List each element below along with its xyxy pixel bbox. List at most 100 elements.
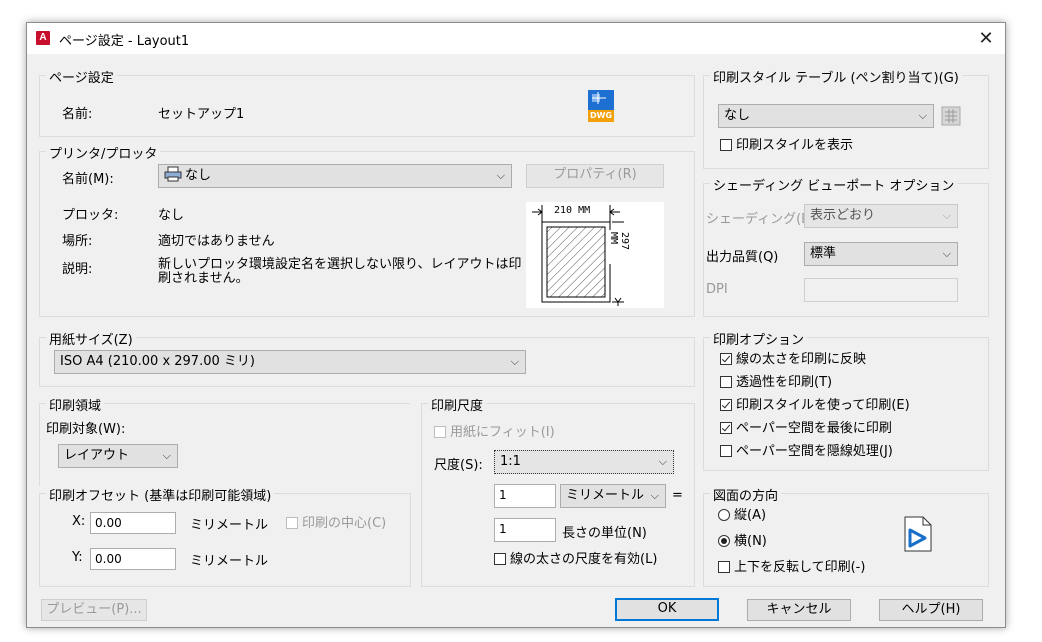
chevron-down-icon: ⌵ bbox=[658, 455, 667, 468]
plot-style-table-select[interactable]: なし ⌵ bbox=[718, 104, 934, 128]
dwg-file-icon: DWG bbox=[588, 90, 614, 122]
plot-option-hide-paperspace-box[interactable] bbox=[720, 445, 732, 457]
offset-y-input[interactable]: 0.00 bbox=[90, 548, 176, 570]
printer-name-select[interactable]: なし ⌵ bbox=[158, 164, 512, 188]
units-input[interactable]: 1 bbox=[494, 484, 556, 508]
plot-scale-group: 印刷尺度 用紙にフィット(I) 尺度(S): 1:1 ⌵ 1 ミリメートル ⌵ … bbox=[421, 395, 695, 587]
shaded-viewport-group-label: シェーディング ビューポート オプション bbox=[710, 175, 958, 194]
plot-style-table-group: 印刷スタイル テーブル (ペン割り当て)(G) なし ⌵ 印刷スタイルを表示 bbox=[703, 67, 989, 169]
help-button[interactable]: ヘルプ(H) bbox=[879, 599, 983, 621]
description-value: 新しいプロッタ環境設定名を選択しない限り、レイアウトは印刷されません。 bbox=[158, 257, 522, 286]
plot-offset-group-label: 印刷オフセット (基準は印刷可能領域) bbox=[46, 485, 275, 504]
edit-plot-style-icon[interactable] bbox=[940, 105, 962, 127]
chevron-down-icon: ⌵ bbox=[650, 489, 659, 502]
printer-icon bbox=[164, 166, 182, 187]
page-setup-name-label: 名前: bbox=[62, 107, 93, 122]
upside-down-checkbox[interactable]: 上下を反転して印刷(-) bbox=[718, 560, 865, 575]
upside-down-box[interactable] bbox=[718, 561, 730, 573]
plot-what-select[interactable]: レイアウト ⌵ bbox=[58, 444, 178, 468]
location-label: 場所: bbox=[62, 234, 93, 249]
offset-x-label: X: bbox=[72, 514, 86, 529]
plot-scale-group-label: 印刷尺度 bbox=[428, 395, 487, 414]
plot-area-group: 印刷領域 印刷対象(W): レイアウト ⌵ bbox=[39, 395, 410, 486]
paper-size-group: 用紙サイズ(Z) ISO A4 (210.00 x 297.00 ミリ) ⌵ bbox=[39, 329, 695, 387]
ok-button[interactable]: OK bbox=[615, 598, 719, 621]
printer-plotter-group: プリンタ/プロッタ 名前(M): なし ⌵ プロパティ(R) プロッタ: なし … bbox=[39, 143, 695, 317]
printer-name-value: なし bbox=[185, 168, 212, 183]
portrait-label: 縦(A) bbox=[734, 508, 767, 523]
plot-style-table-value: なし bbox=[724, 108, 751, 123]
offset-x-input[interactable]: 0.00 bbox=[90, 512, 176, 534]
dpi-input[interactable] bbox=[804, 278, 958, 302]
fit-to-paper-checkbox[interactable]: 用紙にフィット(I) bbox=[434, 425, 555, 440]
cancel-button[interactable]: キャンセル bbox=[747, 599, 851, 621]
display-plot-styles-label: 印刷スタイルを表示 bbox=[736, 138, 854, 153]
offset-x-unit: ミリメートル bbox=[190, 518, 269, 533]
plot-option-paperspace-last[interactable]: ペーパー空間を最後に印刷 bbox=[720, 421, 892, 436]
units-select[interactable]: ミリメートル ⌵ bbox=[560, 484, 666, 508]
plot-offset-group: 印刷オフセット (基準は印刷可能領域) X: 0.00 ミリメートル 印刷の中心… bbox=[39, 485, 411, 587]
plot-option-plot-styles[interactable]: 印刷スタイルを使って印刷(E) bbox=[720, 398, 910, 413]
plot-option-plot-styles-box[interactable] bbox=[720, 399, 732, 411]
paper-size-group-label: 用紙サイズ(Z) bbox=[46, 329, 136, 348]
fit-to-paper-box[interactable] bbox=[434, 426, 446, 438]
chevron-down-icon: ⌵ bbox=[918, 109, 927, 122]
plot-option-transparency-box[interactable] bbox=[720, 376, 732, 388]
plot-style-table-group-label: 印刷スタイル テーブル (ペン割り当て)(G) bbox=[710, 67, 962, 86]
description-label: 説明: bbox=[62, 262, 93, 277]
plot-options-group: 印刷オプション 線の太さを印刷に反映 透過性を印刷(T) 印刷スタイルを使って印… bbox=[703, 329, 989, 471]
plot-option-paperspace-last-box[interactable] bbox=[720, 422, 732, 434]
window-title: ページ設定 - Layout1 bbox=[59, 34, 190, 49]
drawing-units-input[interactable]: 1 bbox=[494, 518, 556, 542]
close-icon[interactable]: ✕ bbox=[971, 25, 1001, 52]
dwg-icon-label: DWG bbox=[589, 111, 613, 120]
plot-option-hide-paperspace[interactable]: ペーパー空間を隠線処理(J) bbox=[720, 444, 893, 459]
plotter-value: なし bbox=[158, 208, 185, 223]
plot-option-label: ペーパー空間を隠線処理(J) bbox=[736, 444, 893, 459]
equals-sign: = bbox=[672, 488, 683, 503]
properties-button[interactable]: プロパティ(R) bbox=[526, 164, 664, 188]
chevron-down-icon: ⌵ bbox=[162, 449, 171, 462]
preview-button[interactable]: プレビュー(P)... bbox=[41, 599, 147, 621]
quality-label: 出力品質(Q) bbox=[706, 250, 779, 265]
display-plot-styles-box[interactable] bbox=[720, 139, 732, 151]
scale-lineweights-label: 線の太さの尺度を有効(L) bbox=[510, 552, 658, 567]
center-plot-checkbox[interactable]: 印刷の中心(C) bbox=[286, 516, 386, 531]
portrait-radio[interactable]: 縦(A) bbox=[718, 508, 766, 523]
page-setup-group-label: ページ設定 bbox=[46, 67, 117, 86]
preview-height-label: 297 MM bbox=[608, 230, 630, 264]
shade-plot-select[interactable]: 表示どおり ⌵ bbox=[804, 204, 958, 228]
plot-option-lineweights-box[interactable] bbox=[720, 353, 732, 365]
page-setup-dialog: A ページ設定 - Layout1 ✕ ページ設定 名前: セットアップ1 DW… bbox=[26, 22, 1006, 628]
autocad-app-icon: A bbox=[36, 31, 50, 45]
offset-y-unit: ミリメートル bbox=[190, 554, 269, 569]
landscape-radio-circle[interactable] bbox=[718, 535, 730, 547]
plot-what-value: レイアウト bbox=[64, 448, 130, 463]
portrait-radio-circle[interactable] bbox=[718, 509, 730, 521]
plot-option-label: 印刷スタイルを使って印刷(E) bbox=[736, 398, 910, 413]
location-value: 適切ではありません bbox=[158, 234, 275, 249]
scale-lineweights-box[interactable] bbox=[494, 553, 506, 565]
scale-select[interactable]: 1:1 ⌵ bbox=[494, 450, 674, 474]
units-value: ミリメートル bbox=[566, 488, 645, 503]
center-plot-box[interactable] bbox=[286, 517, 298, 529]
quality-select[interactable]: 標準 ⌵ bbox=[804, 242, 958, 266]
shade-plot-value: 表示どおり bbox=[810, 208, 876, 223]
offset-y-label: Y: bbox=[72, 550, 83, 565]
fit-to-paper-label: 用紙にフィット(I) bbox=[450, 425, 555, 440]
landscape-radio[interactable]: 横(N) bbox=[718, 534, 767, 549]
plot-option-lineweights[interactable]: 線の太さを印刷に反映 bbox=[720, 352, 866, 367]
quality-value: 標準 bbox=[810, 246, 837, 261]
drawing-units-label: 長さの単位(N) bbox=[562, 526, 647, 541]
plot-option-label: ペーパー空間を最後に印刷 bbox=[736, 421, 892, 436]
display-plot-styles-checkbox[interactable]: 印刷スタイルを表示 bbox=[720, 138, 853, 153]
plot-what-label: 印刷対象(W): bbox=[46, 422, 126, 437]
scale-lineweights-checkbox[interactable]: 線の太さの尺度を有効(L) bbox=[494, 552, 657, 567]
scale-value: 1:1 bbox=[500, 454, 521, 469]
orientation-group: 図面の方向 縦(A) 横(N) 上下を反転して印刷(-) bbox=[703, 485, 989, 587]
preview-width-label: 210 MM bbox=[552, 205, 593, 216]
chevron-down-icon: ⌵ bbox=[496, 169, 505, 182]
paper-size-select[interactable]: ISO A4 (210.00 x 297.00 ミリ) ⌵ bbox=[54, 350, 526, 374]
paper-size-value: ISO A4 (210.00 x 297.00 ミリ) bbox=[60, 354, 255, 369]
plot-option-transparency[interactable]: 透過性を印刷(T) bbox=[720, 375, 832, 390]
